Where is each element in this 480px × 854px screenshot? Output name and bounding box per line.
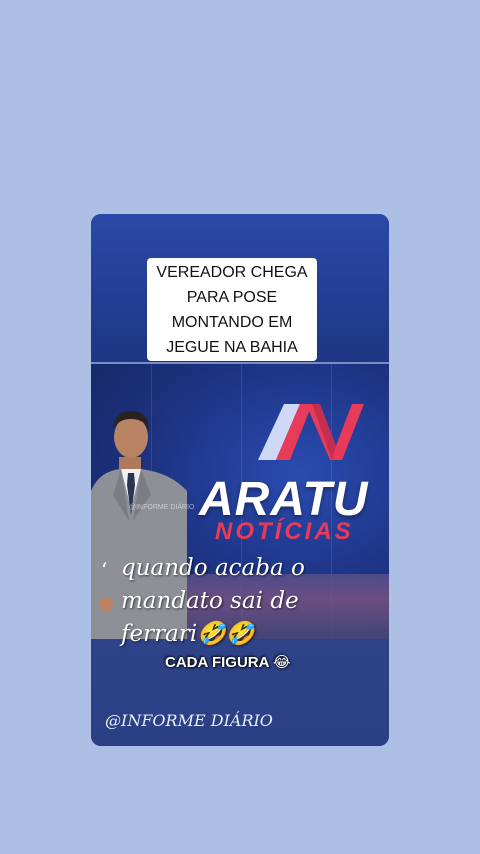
video-top-band: VEREADOR CHEGA PARA POSE MONTANDO EM JEG… (91, 214, 389, 364)
headline-text: VEREADOR CHEGA PARA POSE MONTANDO EM JEG… (156, 263, 308, 356)
video-watermark: @INFORME DIÁRIO (129, 504, 195, 511)
channel-logo-icon (258, 404, 364, 460)
screen: VEREADOR CHEGA PARA POSE MONTANDO EM JEG… (0, 0, 480, 854)
video-post[interactable]: VEREADOR CHEGA PARA POSE MONTANDO EM JEG… (91, 214, 389, 746)
brand-subtitle: NOTÍCIAS (215, 518, 354, 545)
video-caption: quando acaba o mandato sai de ferrari🤣🤣 (121, 555, 305, 647)
caption-mark: ‘ (101, 558, 108, 582)
account-handle[interactable]: @INFORME DIÁRIO (105, 711, 273, 730)
sub-caption: CADA FIGURA 😂 (165, 654, 291, 671)
headline-box: VEREADOR CHEGA PARA POSE MONTANDO EM JEG… (147, 258, 317, 361)
